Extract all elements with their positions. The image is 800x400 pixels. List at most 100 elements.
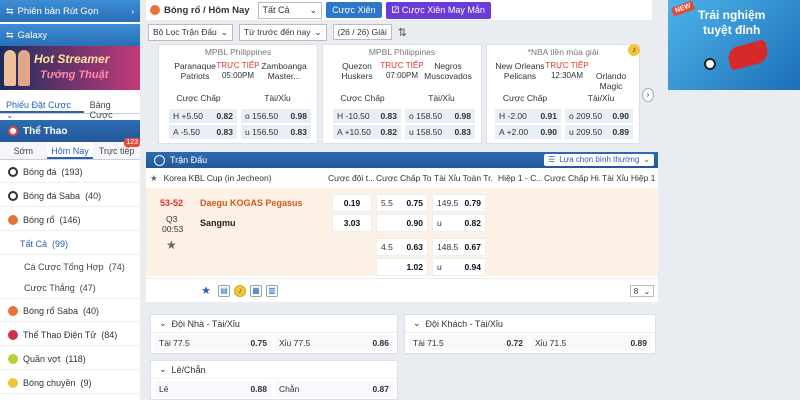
- odds-cell[interactable]: o 209.50 0.90: [565, 109, 633, 123]
- handicap-away[interactable]: 0.90: [376, 214, 428, 232]
- star-icon[interactable]: ★: [150, 173, 158, 184]
- over-cell[interactable]: Tài 77.5 0.75: [155, 335, 271, 351]
- scoreboard-icon[interactable]: ▦: [250, 285, 262, 297]
- match-filter-select[interactable]: Bộ Lọc Trận Đấu ⌄: [148, 23, 233, 41]
- streaming-icon[interactable]: ♪: [234, 285, 246, 297]
- sidebar-item-soccer-saba[interactable]: Bóng đá Saba (40): [0, 185, 140, 207]
- under-cell[interactable]: u 0.82: [432, 214, 486, 232]
- basketball-icon: [150, 5, 160, 15]
- esports-icon: [8, 329, 18, 340]
- under-cell[interactable]: Xỉu 71.5 0.89: [531, 335, 651, 351]
- chevron-down-icon: ⌄: [309, 4, 318, 15]
- away-over-under-panel: ⌄ Đội Khách - Tài/Xỉu Tài 71.5 0.72 Xỉu 71…: [404, 314, 656, 354]
- page-title: Bóng rổ / Hôm Nay: [164, 4, 250, 16]
- handicap-away[interactable]: 1.02: [376, 258, 428, 276]
- hot-streamer-banner[interactable]: Hot Streamer Tướng Thuật: [0, 46, 140, 90]
- market-select[interactable]: Tất Cả ⌄: [257, 1, 323, 19]
- chevron-right-icon[interactable]: ›: [642, 88, 654, 102]
- odds-cell[interactable]: u 158.50 0.83: [405, 125, 475, 139]
- moneyline-home[interactable]: 0.19: [332, 194, 372, 212]
- odds-cell[interactable]: o 156.50 0.98: [241, 109, 311, 123]
- sports-icon: [8, 126, 18, 136]
- tab-bet-slip[interactable]: Phiếu Đặt Cược ⌄: [0, 94, 84, 120]
- panel-header[interactable]: ⌄ Đội Nhà - Tài/Xỉu: [151, 315, 397, 333]
- live-score: 53-52: [160, 198, 184, 208]
- basketball-icon: [8, 305, 18, 316]
- streaming-icon[interactable]: ♪: [628, 44, 640, 56]
- odds-cell[interactable]: A +2.00 0.90: [495, 125, 561, 139]
- sidebar-subitem-all[interactable]: Tất Cả (99): [0, 233, 140, 255]
- odds-cell[interactable]: H -2.00 0.91: [495, 109, 561, 123]
- sidebar-subitem-winner[interactable]: Cược Thắng (47): [0, 277, 140, 299]
- panel-header[interactable]: ⌄ Đội Khách - Tài/Xỉu: [405, 315, 655, 333]
- panel-header[interactable]: ⌄ Lẻ/Chẵn: [151, 361, 397, 379]
- promo-banner[interactable]: NEW Trải nghiệm tuyệt đỉnh: [668, 0, 800, 90]
- list-icon: ☰: [548, 155, 556, 164]
- chevron-down-icon: ⌄: [643, 155, 650, 164]
- odds-cell[interactable]: o 158.50 0.98: [405, 109, 475, 123]
- odds-cell[interactable]: A +10.50 0.82: [333, 125, 401, 139]
- sidebar-item-tennis[interactable]: Quần vợt (118): [0, 348, 140, 370]
- breadcrumb-bar: Bóng rổ / Hôm Nay Tất Cả ⌄ Cược Xiên ⚂ C…: [146, 0, 652, 20]
- odds-cell[interactable]: u 209.50 0.89: [565, 125, 633, 139]
- sidebar-subitem-combo[interactable]: Cá Cược Tổng Hợp (74): [0, 256, 140, 278]
- stats-icon[interactable]: ▤: [218, 285, 230, 297]
- compact-version-button[interactable]: ⇆ Phiên bản Rút Gọn ›: [0, 0, 140, 22]
- chevron-down-icon: ⌄: [413, 318, 421, 328]
- odds-cell[interactable]: A -5.50 0.83: [169, 125, 237, 139]
- even-cell[interactable]: Chẵn 0.87: [275, 381, 393, 397]
- chart-icon[interactable]: ▥: [266, 285, 278, 297]
- card-live-status: TRỰC TIẾP 07:00PM: [380, 61, 424, 80]
- sidebar-item-volleyball[interactable]: Bóng chuyền (9): [0, 372, 140, 394]
- league-header[interactable]: ★ Korea KBL Cup (in Jecheon): [150, 170, 326, 186]
- card-league: MPBL Philippines: [204, 47, 272, 57]
- card-away-team: Orlando Magic: [595, 71, 627, 91]
- table-row: 53-52 Q3 00:53 ★ Daegu KOGAS Pegasus San…: [146, 188, 658, 276]
- view-select[interactable]: ☰ Lựa chọn bình thường ⌄: [544, 154, 654, 166]
- match-card[interactable]: MPBL Philippines Quezon Huskers TRỰC TIẾ…: [322, 44, 482, 144]
- under-cell[interactable]: u 0.94: [432, 258, 486, 276]
- odds-cell[interactable]: H -10.50 0.83: [333, 109, 401, 123]
- game-clock: 00:53: [162, 224, 184, 234]
- chevron-right-icon: ›: [131, 6, 134, 16]
- league-count[interactable]: (26 / 26) Giải: [332, 24, 392, 40]
- under-cell[interactable]: Xỉu 77.5 0.86: [275, 335, 393, 351]
- streamer-figure: [4, 50, 16, 86]
- card-home-team: Paranaque Patriots: [174, 61, 216, 81]
- over-cell[interactable]: Tài 71.5 0.72: [409, 335, 527, 351]
- card-live-status: TRỰC TIẾP 12:30AM: [545, 61, 589, 80]
- chevron-down-icon: ⌄: [314, 26, 322, 37]
- tab-today[interactable]: Hôm Nay: [46, 142, 94, 159]
- odd-cell[interactable]: Lẻ 0.88: [155, 381, 271, 397]
- galaxy-button[interactable]: ⇆ Galaxy: [0, 24, 140, 46]
- handicap-home[interactable]: 5.5 0.75: [376, 194, 428, 212]
- over-cell[interactable]: 149.5 0.79: [432, 194, 486, 212]
- card-market-header: Cược Chấp Tài/Xỉu: [340, 93, 455, 103]
- star-icon[interactable]: ★: [166, 238, 177, 252]
- column-header: Cược Chấp Hi...: [544, 173, 600, 183]
- moneyline-away[interactable]: 3.03: [332, 214, 372, 232]
- sidebar-item-soccer[interactable]: Bóng đá (193): [0, 161, 140, 183]
- over-cell[interactable]: 148.5 0.67: [432, 238, 486, 256]
- lucky-parlay-button[interactable]: ⚂ Cược Xiên May Mắn: [385, 1, 491, 19]
- sort-icon[interactable]: ⇅: [398, 26, 407, 39]
- home-team: Daegu KOGAS Pegasus: [200, 198, 303, 208]
- tab-bet-list[interactable]: Bảng Cược: [84, 94, 140, 120]
- match-card[interactable]: MPBL Philippines Paranaque Patriots TRỰC…: [158, 44, 318, 144]
- match-card[interactable]: *NBA tiền mùa giải New Orleans Pelicans …: [486, 44, 640, 144]
- live-count-badge: 123: [124, 138, 141, 147]
- sidebar-item-basketball-saba[interactable]: Bóng rổ Saba (40): [0, 300, 140, 322]
- sort-select[interactable]: Từ trước đến nay ⌄: [238, 23, 327, 41]
- tab-early[interactable]: Sớm: [0, 142, 47, 159]
- parlay-button[interactable]: Cược Xiên: [326, 2, 382, 18]
- sidebar-item-basketball[interactable]: Bóng rổ (146): [0, 209, 140, 231]
- more-markets-button[interactable]: 8 ⌄: [630, 285, 654, 297]
- tab-live[interactable]: Trực tiếp 123: [93, 138, 141, 159]
- card-home-team: New Orleans Pelicans: [495, 61, 545, 81]
- odds-cell[interactable]: u 156.50 0.83: [241, 125, 311, 139]
- star-icon[interactable]: ★: [200, 285, 212, 297]
- handicap-home[interactable]: 4.5 0.63: [376, 238, 428, 256]
- table-footer: ★ ▤ ♪ ▦ ▥ 8 ⌄: [146, 278, 658, 302]
- sidebar-item-esports[interactable]: Thể Thao Điện Tử (84): [0, 324, 140, 346]
- odds-cell[interactable]: H +5.50 0.82: [169, 109, 237, 123]
